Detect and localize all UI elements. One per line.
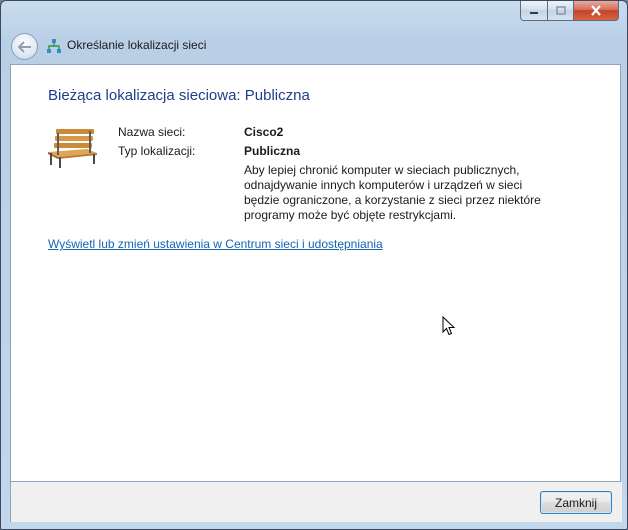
window-title: Określanie lokalizacji sieci: [67, 38, 207, 52]
maximize-icon: [555, 5, 566, 15]
location-description: Aby lepiej chronić komputer w sieciach p…: [244, 163, 544, 223]
network-center-link[interactable]: Wyświetl lub zmień ustawienia w Centrum …: [48, 237, 383, 251]
back-button[interactable]: [11, 33, 38, 60]
mouse-cursor-icon: [442, 316, 456, 336]
caption-buttons: [520, 1, 619, 21]
close-window-button[interactable]: [574, 1, 619, 21]
description-line: odnajdywanie innych komputerów i urządze…: [244, 178, 523, 192]
maximize-button[interactable]: [548, 1, 574, 21]
close-icon: [591, 5, 601, 16]
back-arrow-icon: [17, 40, 31, 53]
navigation-bar: Określanie lokalizacji sieci: [9, 32, 619, 62]
network-name-label: Nazwa sieci:: [118, 125, 186, 139]
park-bench-icon: [48, 129, 97, 168]
page-heading: Bieżąca lokalizacja sieciowa: Publiczna: [48, 87, 310, 104]
dialog-footer: Zamknij: [10, 482, 622, 522]
description-line: programy może być objęte restrykcjami.: [244, 208, 457, 222]
dialog-window: Określanie lokalizacji sieci Bieżąca lok…: [0, 0, 628, 530]
description-line: Aby lepiej chronić komputer w sieciach p…: [244, 163, 520, 177]
minimize-icon: [530, 11, 538, 14]
description-line: będzie ograniczone, a korzystanie z siec…: [244, 193, 541, 207]
close-button[interactable]: Zamknij: [540, 491, 612, 514]
content-pane: Bieżąca lokalizacja sieciowa: Publiczna …: [10, 64, 621, 482]
network-icon: [47, 39, 61, 53]
location-type-value: Publiczna: [244, 144, 301, 158]
location-type-label: Typ lokalizacji:: [118, 144, 196, 158]
minimize-button[interactable]: [520, 1, 548, 21]
network-name-value: Cisco2: [244, 125, 284, 139]
